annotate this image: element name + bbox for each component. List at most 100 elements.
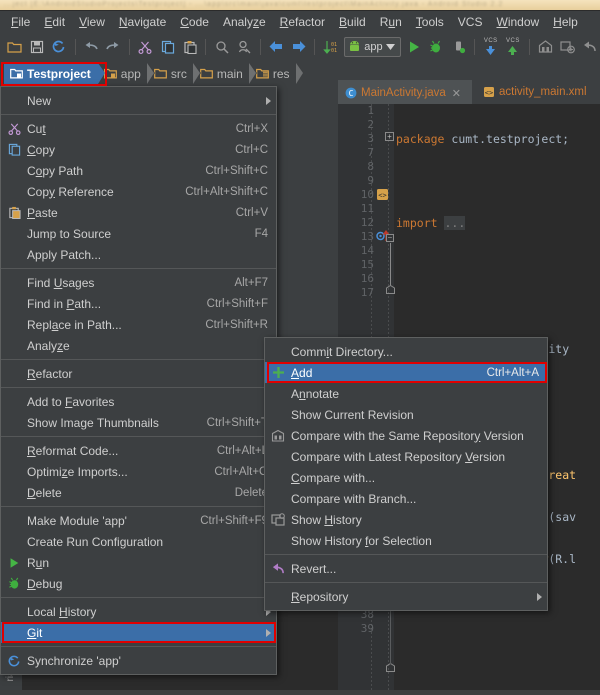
context-menu-item-find-usages[interactable]: Find Usages Alt+F7 xyxy=(1,272,276,293)
context-menu-item-optimize-imports[interactable]: Optimize Imports... Ctrl+Alt+O xyxy=(1,461,276,482)
context-menu-item-make-module-app[interactable]: Make Module 'app' Ctrl+Shift+F9 xyxy=(1,510,276,531)
menubar-item-file[interactable]: File xyxy=(4,13,37,31)
context-menu-item-run[interactable]: Run xyxy=(1,552,276,573)
run-configuration-selector[interactable]: app xyxy=(344,36,401,57)
git-menu-item-revert[interactable]: Revert... xyxy=(265,558,547,579)
run-coverage-icon[interactable] xyxy=(448,36,469,58)
breadcrumb-separator xyxy=(146,63,155,84)
git-menu-item-commit-directory[interactable]: Commit Directory... xyxy=(265,341,547,362)
menubar-item-help[interactable]: Help xyxy=(546,13,585,31)
sync-icon[interactable] xyxy=(48,36,69,58)
close-icon[interactable]: ✕ xyxy=(452,87,461,100)
copy-icon[interactable] xyxy=(157,36,178,58)
menubar-item-refactor[interactable]: Refactor xyxy=(273,13,332,31)
breadcrumb-item-testproject[interactable]: Testproject xyxy=(4,63,105,84)
menubar-item-code[interactable]: Code xyxy=(173,13,216,31)
context-menu-item-analyze[interactable]: Analyze xyxy=(1,335,276,356)
context-menu-item-create-run-configuration[interactable]: Create Run Configuration xyxy=(1,531,276,552)
menubar-item-navigate[interactable]: Navigate xyxy=(112,13,173,31)
context-menu-item-label: Create Run Configuration xyxy=(27,534,164,549)
context-menu-item-local-history[interactable]: Local History xyxy=(1,601,276,622)
context-menu-item-reformat-code[interactable]: Reformat Code... Ctrl+Alt+L xyxy=(1,440,276,461)
editor-tab-activity-main-xml[interactable]: <> activity_main.xml xyxy=(476,80,594,104)
git-menu-item-compare-with-branch[interactable]: Compare with Branch... xyxy=(265,488,547,509)
paste-icon[interactable] xyxy=(179,36,200,58)
run-config-label: app xyxy=(364,40,383,53)
fold-collapse-icon[interactable]: – xyxy=(386,234,394,242)
breadcrumb-label: main xyxy=(216,66,243,81)
menubar-item-tools[interactable]: Tools xyxy=(409,13,451,31)
window-titlebar: ...ject [E:\AndroidStudioProjects\Testpr… xyxy=(0,0,600,11)
context-menu-item-find-in-path[interactable]: Find in Path... Ctrl+Shift+F xyxy=(1,293,276,314)
context-menu-item-refactor[interactable]: Refactor xyxy=(1,363,276,384)
cut-icon[interactable] xyxy=(135,36,156,58)
window-title-text: ...ject [E:\AndroidStudioProjects\Testpr… xyxy=(4,1,504,8)
git-menu-item-label: Add xyxy=(291,365,313,380)
breadcrumb-label: src xyxy=(170,66,187,81)
context-menu-item-copy-path[interactable]: Copy Path Ctrl+Shift+C xyxy=(1,160,276,181)
menubar-item-vcs[interactable]: VCS xyxy=(451,13,490,31)
git-menu-item-label: Show History for Selection xyxy=(291,533,432,548)
open-folder-icon[interactable] xyxy=(4,36,25,58)
context-menu-item-show-image-thumbnails[interactable]: Show Image Thumbnails Ctrl+Shift+T xyxy=(1,412,276,433)
redo-icon[interactable] xyxy=(103,36,124,58)
git-menu-item-compare-with-latest-repository-version[interactable]: Compare with Latest Repository Version xyxy=(265,446,547,467)
find-usages-icon[interactable] xyxy=(234,36,255,58)
git-menu-item-shortcut: Ctrl+Alt+A xyxy=(486,366,539,379)
context-menu-item-paste[interactable]: Paste Ctrl+V xyxy=(1,202,276,223)
git-menu-item-add[interactable]: Add Ctrl+Alt+A xyxy=(265,362,547,383)
vcs-commit-icon[interactable]: VCS xyxy=(502,36,523,58)
context-menu-item-replace-in-path[interactable]: Replace in Path... Ctrl+Shift+R xyxy=(1,314,276,335)
git-menu-item-compare-with[interactable]: Compare with... xyxy=(265,467,547,488)
breadcrumb-item-res[interactable]: res xyxy=(250,63,304,84)
menubar-item-build[interactable]: Build xyxy=(332,13,373,31)
context-menu-item-synchronize-app[interactable]: Synchronize 'app' xyxy=(1,650,276,671)
context-menu-item-new[interactable]: New xyxy=(1,90,276,111)
breadcrumb-item-main[interactable]: main xyxy=(194,63,257,84)
toolbar-separator xyxy=(128,38,130,55)
code-line: package cumt.testproject; xyxy=(396,132,570,146)
forward-icon[interactable] xyxy=(288,36,309,58)
find-icon[interactable] xyxy=(211,36,232,58)
context-menu-item-shortcut: Ctrl+Shift+C xyxy=(205,164,268,177)
revert-icon[interactable] xyxy=(579,36,600,58)
back-icon[interactable] xyxy=(266,36,287,58)
context-menu-item-jump-to-source[interactable]: Jump to Source F4 xyxy=(1,223,276,244)
save-all-icon[interactable] xyxy=(26,36,47,58)
menubar-item-edit[interactable]: Edit xyxy=(37,13,72,31)
menubar-item-analyze[interactable]: Analyze xyxy=(216,13,273,31)
sort-icon[interactable]: 01 01 xyxy=(320,36,341,58)
git-menu-item-show-history-for-selection[interactable]: Show History for Selection xyxy=(265,530,547,551)
git-menu-item-show-current-revision[interactable]: Show Current Revision xyxy=(265,404,547,425)
debug-icon[interactable] xyxy=(426,36,447,58)
context-menu-item-add-to-favorites[interactable]: Add to Favorites xyxy=(1,391,276,412)
git-menu-item-repository[interactable]: Repository xyxy=(265,586,547,607)
sdk-manager-icon[interactable] xyxy=(535,36,556,58)
avd-manager-icon[interactable] xyxy=(557,36,578,58)
menubar-item-view[interactable]: View xyxy=(72,13,112,31)
git-menu-item-annotate[interactable]: Annotate xyxy=(265,383,547,404)
context-menu-item-apply-patch[interactable]: Apply Patch... xyxy=(1,244,276,265)
fold-end-icon[interactable] xyxy=(386,663,395,672)
context-menu-item-git[interactable]: Git xyxy=(1,622,276,643)
run-icon[interactable] xyxy=(404,36,425,58)
git-menu-item-compare-with-the-same-repository-version[interactable]: Compare with the Same Repository Version xyxy=(265,425,547,446)
menubar-item-window[interactable]: Window xyxy=(489,13,546,31)
context-menu-item-copy-reference[interactable]: Copy Reference Ctrl+Alt+Shift+C xyxy=(1,181,276,202)
cut-icon xyxy=(6,121,22,137)
res-folder-icon xyxy=(255,68,269,79)
fold-end-icon[interactable] xyxy=(386,285,395,294)
fold-expand-icon[interactable]: + xyxy=(385,132,394,141)
undo-icon[interactable] xyxy=(81,36,102,58)
menubar-item-run[interactable]: Run xyxy=(373,13,409,31)
breadcrumb-item-app[interactable]: app xyxy=(98,63,155,84)
context-menu-item-delete[interactable]: Delete Delete xyxy=(1,482,276,503)
context-menu-item-copy[interactable]: Copy Ctrl+C xyxy=(1,139,276,160)
context-menu-item-cut[interactable]: Cut Ctrl+X xyxy=(1,118,276,139)
context-menu-item-label: Copy Path xyxy=(27,163,84,178)
vcs-update-icon[interactable]: VCS xyxy=(480,36,501,58)
git-menu-item-show-history[interactable]: Show History xyxy=(265,509,547,530)
editor-tab-mainactivity[interactable]: C MainActivity.java ✕ xyxy=(338,80,472,104)
context-menu-item-debug[interactable]: Debug xyxy=(1,573,276,594)
